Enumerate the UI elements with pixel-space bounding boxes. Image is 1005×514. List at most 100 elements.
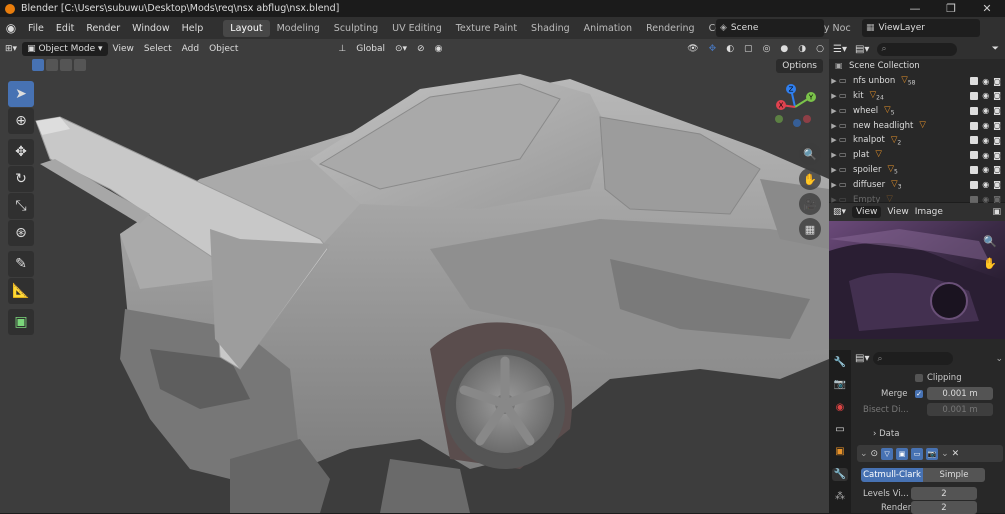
menu-window[interactable]: Window — [126, 23, 175, 34]
remove-modifier-icon[interactable]: ✕ — [952, 449, 960, 459]
pivot-icon[interactable]: ⊙▾ — [390, 44, 412, 54]
tool-props-icon[interactable]: 🔧 — [832, 356, 848, 368]
gizmo-toggle-icon[interactable]: ✥ — [704, 44, 722, 54]
zoom-icon[interactable]: 🔍 — [799, 143, 821, 165]
3d-viewport[interactable]: ⊞▾ ▣ Object Mode ▾ View Select Add Objec… — [0, 39, 829, 513]
menu-render[interactable]: Render — [80, 23, 126, 34]
editmode-toggle-icon[interactable]: ▽ — [881, 447, 894, 460]
scene-collection-row[interactable]: ▣ Scene Collection — [829, 59, 1005, 74]
render-levels-field[interactable]: 2 — [911, 501, 977, 514]
outliner-row[interactable]: ▶ ▭ wheel ▽5 ◉ ◙ — [829, 103, 1005, 118]
exclude-checkbox[interactable] — [970, 106, 979, 115]
tab-rendering[interactable]: Rendering — [639, 20, 702, 37]
render-camera-icon[interactable]: ◙ — [993, 136, 1001, 145]
outliner-row[interactable]: ▶ ▭ diffuser ▽3 ◉ ◙ — [829, 177, 1005, 192]
close-button[interactable]: ✕ — [969, 0, 1005, 17]
tab-shading[interactable]: Shading — [524, 20, 577, 37]
image-editor-type-icon[interactable]: ▨▾ — [833, 207, 846, 217]
menu-add[interactable]: Add — [177, 44, 204, 54]
render-camera-icon[interactable]: ◙ — [993, 77, 1001, 86]
exclude-checkbox[interactable] — [970, 151, 979, 160]
shading-solid-icon[interactable]: ● — [775, 44, 793, 54]
pan-hand-icon[interactable]: ✋ — [799, 168, 821, 190]
render-toggle-icon[interactable]: 📷 — [926, 447, 939, 460]
blender-menu-icon[interactable]: ◉ — [0, 21, 22, 35]
outliner-row[interactable]: ▶ ▭ nfs unbon ▽58 ◉ ◙ — [829, 74, 1005, 89]
editor-type-icon[interactable]: ⊞▾ — [0, 44, 22, 54]
shading-rendered-icon[interactable]: ○ — [811, 44, 829, 54]
expand-chevron-icon[interactable]: ▶ — [829, 77, 839, 85]
tab-animation[interactable]: Animation — [577, 20, 639, 37]
viewport-toggle-icon[interactable]: ▭ — [911, 447, 924, 460]
data-section-toggle[interactable]: › Data — [873, 429, 899, 439]
annotate-tool-icon[interactable]: ✎ — [8, 251, 34, 277]
expand-chevron-icon[interactable]: ▶ — [829, 136, 839, 144]
expand-chevron-icon[interactable]: ▶ — [829, 166, 839, 174]
eye-icon[interactable]: ◉ — [982, 136, 989, 145]
eye-icon[interactable]: ◉ — [982, 91, 989, 100]
clipping-checkbox[interactable] — [915, 374, 923, 382]
image-pan-icon[interactable]: ✋ — [983, 257, 997, 270]
overlay-icon[interactable]: ◐ — [721, 44, 739, 54]
viewlayer-selector[interactable]: ▦ ViewLayer — [862, 19, 980, 37]
tab-layout[interactable]: Layout — [223, 19, 270, 37]
expand-chevron-icon[interactable]: ▶ — [829, 107, 839, 115]
menu-help[interactable]: Help — [176, 23, 210, 34]
scene-selector[interactable]: ◈ Scene — [716, 19, 824, 37]
render-camera-icon[interactable]: ◙ — [993, 180, 1001, 189]
render-camera-icon[interactable]: ◙ — [993, 121, 1001, 130]
levels-viewport-field[interactable]: 2 — [911, 487, 977, 500]
image-menu-image[interactable]: Image — [915, 207, 943, 217]
merge-checkbox[interactable]: ✓ — [915, 390, 923, 398]
outliner-row[interactable]: ▶ ▭ kit ▽24 ◉ ◙ — [829, 89, 1005, 104]
select-subtract-icon[interactable] — [60, 59, 72, 71]
props-editor-type-icon[interactable]: ▤▾ — [855, 353, 869, 364]
outliner-row[interactable]: ▶ ▭ spoiler ▽5 ◉ ◙ — [829, 163, 1005, 178]
eye-icon[interactable]: ◉ — [982, 151, 989, 160]
modifier-props-icon[interactable]: 🔧 — [832, 468, 848, 481]
tab-modeling[interactable]: Modeling — [270, 20, 327, 37]
menu-view[interactable]: View — [108, 44, 139, 54]
outliner-search-input[interactable]: ⌕ — [877, 42, 958, 56]
rotate-tool-icon[interactable]: ↻ — [8, 166, 34, 192]
menu-select[interactable]: Select — [139, 44, 177, 54]
select-box-tool-icon[interactable]: ➤ — [8, 81, 34, 107]
camera-view-icon[interactable]: 🎥 — [799, 193, 821, 215]
world-props-icon[interactable]: ◉ — [832, 401, 848, 413]
xray-icon[interactable]: ▢ — [739, 44, 758, 54]
expand-chevron-icon[interactable]: ▶ — [829, 92, 839, 100]
exclude-checkbox[interactable] — [970, 91, 979, 100]
render-camera-icon[interactable]: ◙ — [993, 151, 1001, 160]
transform-tool-icon[interactable]: ⊛ — [8, 220, 34, 246]
eye-icon[interactable]: ◉ — [982, 121, 989, 130]
shading-wireframe-icon[interactable]: ◎ — [758, 44, 776, 54]
select-new-icon[interactable] — [32, 59, 44, 71]
eye-icon[interactable]: ◉ — [982, 106, 989, 115]
outliner-row[interactable]: ▶ ▭ knalpot ▽2 ◉ ◙ — [829, 133, 1005, 148]
expand-chevron-icon[interactable]: ▶ — [829, 181, 839, 189]
visibility-icon[interactable]: 👁 — [682, 44, 703, 54]
menu-edit[interactable]: Edit — [50, 23, 80, 34]
ortho-grid-icon[interactable]: ▦ — [799, 218, 821, 240]
image-view-selector[interactable]: View — [852, 206, 882, 218]
exclude-checkbox[interactable] — [970, 77, 979, 86]
select-intersect-icon[interactable] — [74, 59, 86, 71]
render-camera-icon[interactable]: ◙ — [993, 106, 1001, 115]
collection-props-icon[interactable]: ▭ — [832, 423, 848, 435]
tab-uv-editing[interactable]: UV Editing — [385, 20, 449, 37]
tab-simple[interactable]: Simple — [923, 468, 985, 482]
add-cube-tool-icon[interactable]: ▣ — [8, 309, 34, 335]
merge-distance-field[interactable]: 0.001 m — [927, 387, 993, 400]
select-extend-icon[interactable] — [46, 59, 58, 71]
measure-tool-icon[interactable]: 📐 — [8, 278, 34, 304]
outliner-row[interactable]: ▶ ▭ plat ▽ ◉ ◙ — [829, 148, 1005, 163]
minimize-button[interactable]: — — [897, 0, 933, 17]
props-search-input[interactable]: ⌕ — [873, 352, 954, 365]
object-props-icon[interactable]: ▣ — [832, 446, 848, 458]
exclude-checkbox[interactable] — [970, 180, 979, 189]
cursor-tool-icon[interactable]: ⊕ — [8, 108, 34, 134]
modifier-dropdown-icon[interactable]: ⌄ — [941, 449, 949, 459]
outliner-editor-icon[interactable]: ☰▾ — [833, 44, 847, 55]
collapse-chevron-icon[interactable]: ⌄ — [860, 449, 868, 459]
expand-chevron-icon[interactable]: ▶ — [829, 151, 839, 159]
